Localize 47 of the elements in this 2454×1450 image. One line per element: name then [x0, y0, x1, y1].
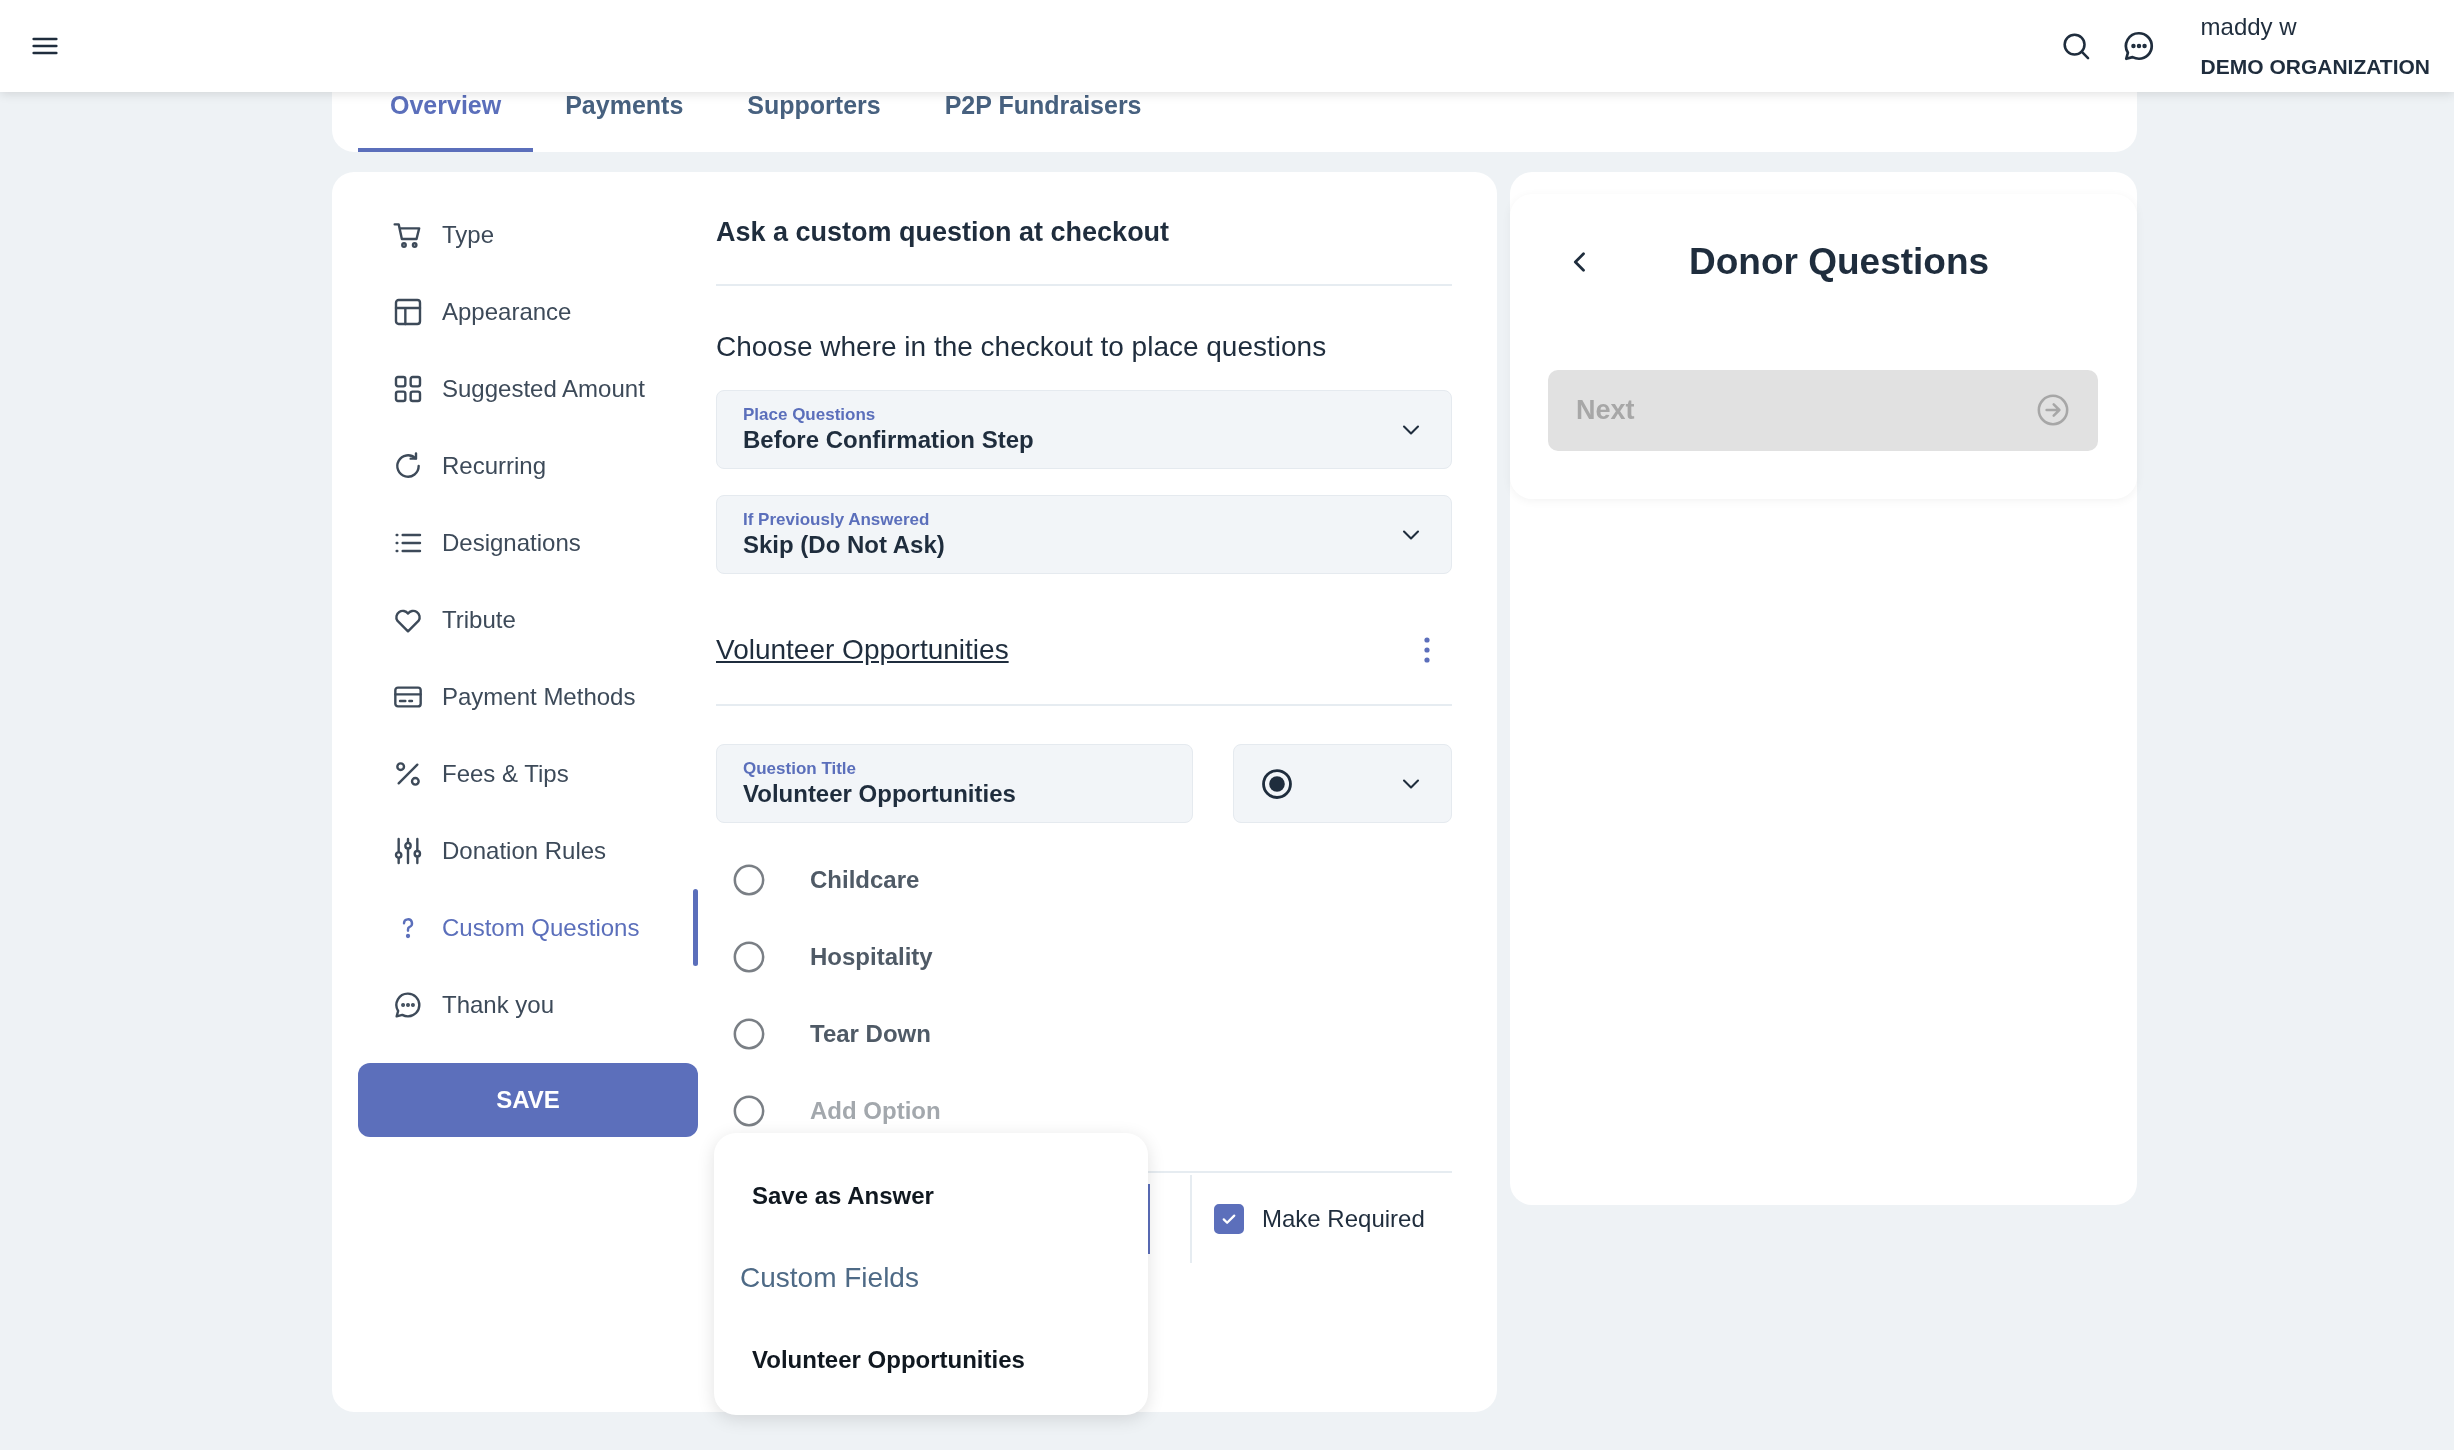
instruction-text: Choose where in the checkout to place questions — [716, 330, 1328, 365]
menu-item[interactable]: Volunteer Opportunities — [714, 1319, 1148, 1402]
option-label: Hospitality — [810, 941, 933, 972]
sidebar-item[interactable]: Thank you — [358, 966, 698, 1043]
question-type-select[interactable] — [1233, 744, 1452, 824]
sidebar-item[interactable]: Recurring — [358, 427, 698, 504]
option-label: Tear Down — [810, 1018, 931, 1049]
tab[interactable]: P2P Fundraisers — [912, 92, 1174, 152]
option-label: Childcare — [810, 864, 920, 895]
field-label: Question Title — [743, 759, 858, 780]
sidebar-item[interactable]: Designations — [358, 504, 698, 581]
field-label: If Previously Answered — [743, 510, 931, 531]
field-label: Place Questions — [743, 405, 877, 426]
sidebar-item[interactable]: Appearance — [358, 273, 698, 350]
section-title: Ask a custom question at checkout — [716, 216, 1171, 249]
question-name-link[interactable]: Volunteer Opportunities — [716, 629, 1009, 672]
select-field[interactable]: If Previously Answered Skip (Do Not Ask) — [716, 495, 1452, 575]
checkbox[interactable] — [1214, 1204, 1244, 1235]
sidebar-item[interactable]: Suggested Amount — [358, 350, 698, 427]
radio-icon[interactable] — [732, 1016, 766, 1051]
sidebar-item[interactable]: Fees & Tips — [358, 735, 698, 812]
arrow-right-circle-icon — [2036, 393, 2070, 427]
tab[interactable]: Payments — [533, 92, 716, 152]
save-button[interactable]: SAVE — [358, 1063, 698, 1137]
radio-icon[interactable] — [732, 862, 766, 897]
checkbox-label: Make Required — [1262, 1204, 1425, 1235]
field-value: Before Confirmation Step — [743, 425, 1034, 455]
menu-item[interactable]: Save as Answer — [714, 1155, 1148, 1238]
field-value: Volunteer Opportunities — [743, 779, 1016, 809]
radio-button-icon — [1260, 766, 1294, 801]
preview-title: Donor Questions — [1689, 240, 1990, 284]
user-name: maddy w — [2200, 12, 2298, 43]
sidebar-item[interactable]: Donation Rules — [358, 812, 698, 889]
select-field[interactable]: Place Questions Before Confirmation Step — [716, 390, 1452, 470]
organization-name: DEMO ORGANIZATION — [2200, 54, 2430, 81]
field-value: Skip (Do Not Ask) — [743, 530, 945, 560]
sidebar-item[interactable]: Payment Methods — [358, 658, 698, 735]
tab[interactable]: Supporters — [715, 92, 913, 152]
sidebar-item[interactable]: Tribute — [358, 581, 698, 658]
radio-icon[interactable] — [732, 939, 766, 974]
sidebar-item[interactable]: Type — [358, 196, 698, 273]
question-title-field[interactable]: Question Title Volunteer Opportunities — [716, 744, 1193, 824]
sidebar-item[interactable]: Custom Questions — [358, 889, 698, 966]
menu-section-header: Custom Fields — [739, 1261, 920, 1296]
radio-icon[interactable] — [732, 1093, 766, 1128]
tab[interactable]: Overview — [358, 92, 534, 152]
more-options-icon[interactable] — [1422, 635, 1432, 666]
